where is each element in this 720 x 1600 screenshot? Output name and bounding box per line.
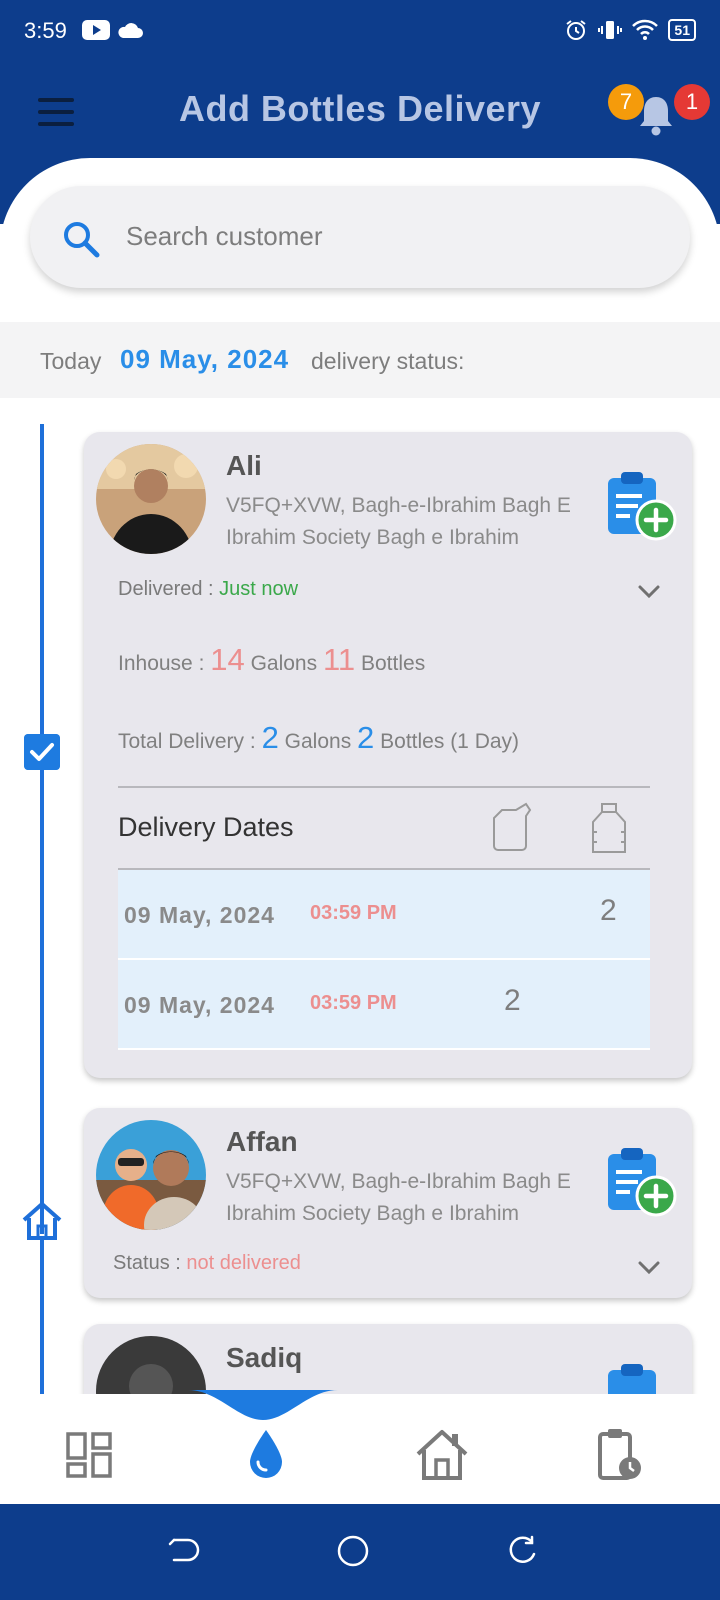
water-drop-icon[interactable] [246,1428,286,1482]
system-navigation-bar [0,1504,720,1600]
customer-address: V5FQ+XVW, Bagh-e-Ibrahim Bagh E Ibrahim … [226,1170,571,1225]
dashboard-icon[interactable] [66,1432,112,1478]
youtube-icon [82,20,110,40]
current-date[interactable]: 09 May, 2024 [120,344,289,375]
row-date: 09 May, 2024 [124,902,275,928]
row-time: 03:59 PM [310,992,397,1014]
table-row[interactable]: 09 May, 2024 03:59 PM 2 [118,870,650,960]
inhouse-galons: 14 [210,642,245,677]
search-input[interactable] [126,216,646,256]
customer-address: V5FQ+XVW, Bagh-e-Ibrahim Bagh E Ibrahim … [226,494,571,549]
total-bottles: 2 [357,720,375,755]
main-content: Today 09 May, 2024 delivery status: Ali … [0,158,720,1394]
today-label: Today [40,348,102,374]
row-galons: 2 [504,984,521,1017]
customer-name: Ali [226,450,262,481]
customer-card[interactable]: Affan V5FQ+XVW, Bagh-e-Ibrahim Bagh E Ib… [84,1108,692,1298]
avatar [96,1336,206,1394]
chevron-down-icon[interactable] [636,1258,662,1278]
alarm-icon [566,20,587,40]
delivered-time: Just now [219,578,299,600]
back-icon[interactable] [168,1534,200,1566]
delivery-status: Status : not delivered [113,1252,301,1274]
timeline-line [40,424,44,1394]
customer-name: Affan [226,1126,298,1157]
chevron-down-icon[interactable] [636,582,662,602]
cloud-icon [118,23,143,38]
galon-jug-icon [493,802,532,851]
avatar [96,444,206,554]
customer-card[interactable]: Ali V5FQ+XVW, Bagh-e-Ibrahim Bagh E Ibra… [84,432,692,1078]
active-tab-indicator [188,1390,338,1420]
house-marker-icon [22,1202,62,1240]
customer-name: Sadiq [226,1342,303,1373]
add-delivery-button[interactable] [606,1362,678,1394]
date-status-bar: Today 09 May, 2024 delivery status: [0,322,720,398]
recent-icon[interactable] [506,1534,540,1568]
alert-count-badge[interactable]: 1 [674,84,710,120]
delivery-status: Delivered : Just now [118,578,299,600]
home-circle-icon[interactable] [336,1534,370,1568]
notification-count-badge[interactable]: 7 [608,84,644,120]
home-icon[interactable] [414,1428,470,1482]
delivery-dates-table: 09 May, 2024 03:59 PM 2 09 May, 2024 03:… [118,870,650,1050]
bottom-navigation [0,1390,720,1504]
add-delivery-button[interactable] [606,1146,678,1218]
table-row[interactable]: 09 May, 2024 03:59 PM 2 [118,960,650,1050]
clipboard-clock-icon[interactable] [596,1426,644,1482]
add-delivery-button[interactable] [606,470,678,542]
search-icon [64,222,100,258]
wifi-icon [632,19,659,40]
search-bar[interactable] [30,186,690,288]
status-bar: 3:59 51 [0,0,720,64]
row-date: 09 May, 2024 [124,992,275,1018]
row-bottles: 2 [600,894,617,927]
battery-indicator: 51 [668,19,696,41]
total-delivery-stat: Total Delivery : 2 Galons 2 Bottles (1 D… [118,720,520,755]
bottle-icon [592,803,626,853]
status-time: 3:59 [24,18,67,43]
delivery-days: (1 Day) [450,730,520,753]
divider [118,786,650,788]
not-delivered-text: not delivered [186,1252,301,1274]
vibrate-icon [598,21,623,39]
inhouse-stat: Inhouse : 14 Galons 11 Bottles [118,642,426,677]
delivery-dates-title: Delivery Dates [118,812,294,842]
total-galons: 2 [261,720,279,755]
checkbox-checked-icon[interactable] [24,734,60,770]
inhouse-bottles: 11 [322,642,356,677]
row-time: 03:59 PM [310,902,397,924]
avatar [96,1120,206,1230]
customer-card[interactable]: Sadiq [84,1324,692,1394]
delivery-status-label: delivery status: [311,348,465,374]
